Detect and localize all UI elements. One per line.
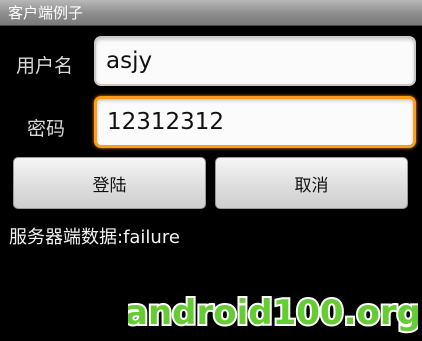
password-label: 密码 <box>27 118 66 140</box>
password-value: 12312312 <box>107 109 225 135</box>
server-response-text: 服务器端数据:failure <box>9 227 180 248</box>
login-button-label: 登陆 <box>92 175 127 196</box>
cancel-button[interactable]: 取消 <box>215 157 408 209</box>
login-button[interactable]: 登陆 <box>13 157 206 209</box>
password-field[interactable]: 12312312 <box>94 96 416 148</box>
watermark-logo: android100.org <box>128 291 418 334</box>
window-title: 客户端例子 <box>0 0 422 26</box>
username-label: 用户名 <box>16 55 74 77</box>
username-field[interactable]: asjy <box>94 36 416 86</box>
username-value: asjy <box>106 48 153 74</box>
cancel-button-label: 取消 <box>294 175 329 196</box>
watermark-text: android100.org <box>128 293 418 333</box>
